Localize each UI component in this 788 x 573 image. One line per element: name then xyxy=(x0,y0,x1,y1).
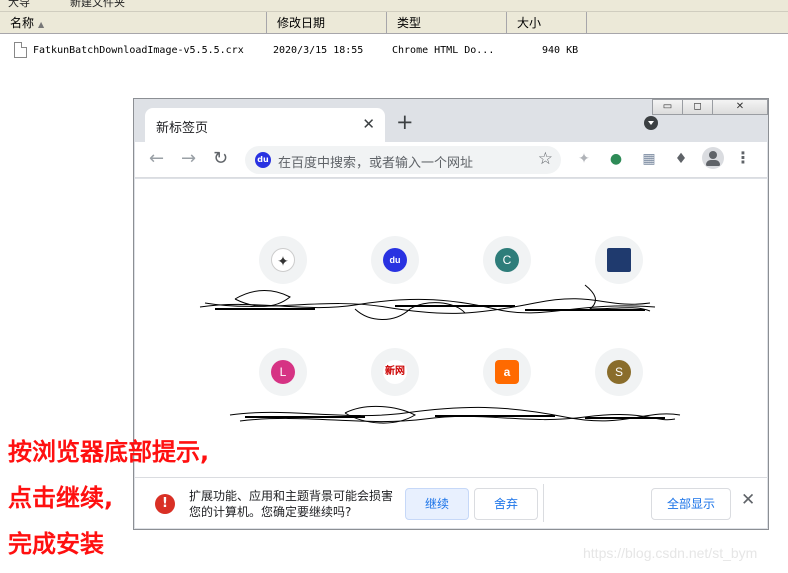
annotation-line-2: 点击继续, xyxy=(8,484,114,512)
file-name: FatkunBatchDownloadImage-v5.5.5.crx xyxy=(33,45,244,56)
back-button[interactable]: ← xyxy=(149,148,164,169)
column-type[interactable]: 类型 xyxy=(387,12,507,34)
annotation-line-1: 按浏览器底部提示, xyxy=(8,438,210,466)
column-size[interactable]: 大小 xyxy=(507,12,587,34)
redaction-scribble-row-1 xyxy=(199,284,656,320)
shortcut-tile-4[interactable] xyxy=(595,236,643,284)
xinnet-logo-icon: 新网 xyxy=(383,360,407,384)
shortcut-tile-6[interactable]: 新网 xyxy=(371,348,419,396)
extension-globe-icon[interactable]: ● xyxy=(607,150,625,168)
shortcut-tile-3[interactable]: C xyxy=(483,236,531,284)
shortcut-tile-8[interactable]: S xyxy=(595,348,643,396)
minimize-button[interactable]: ▭ xyxy=(652,99,683,115)
infobar-close-icon[interactable]: ✕ xyxy=(741,490,755,510)
chrome-menu-icon[interactable]: ⋮ xyxy=(735,148,751,167)
file-size: 940 KB xyxy=(542,45,579,56)
column-name[interactable]: 名称 ▲ xyxy=(0,12,267,34)
browser-toolbar: ← → ↻ du 在百度中搜索，或者输入一个网址 ☆ ✦ ● ▦ ♦ ⋮ xyxy=(135,142,767,178)
file-type: Chrome HTML Do... xyxy=(392,45,495,56)
new-tab-button[interactable]: + xyxy=(396,111,414,133)
show-all-button[interactable]: 全部显示 xyxy=(651,488,731,520)
extension-warning-infobar: ! 扩展功能、应用和主题背景可能会损害您的计算机。您确定要继续吗? 继续 舍弃 … xyxy=(135,477,767,528)
tab-title: 新标签页 xyxy=(156,121,209,136)
tab-close-icon[interactable]: ✕ xyxy=(362,115,375,133)
toolbar-item-new-folder[interactable]: 新建文件夹 xyxy=(70,0,125,10)
continue-button[interactable]: 继续 xyxy=(405,488,469,520)
reload-button[interactable]: ↻ xyxy=(213,148,228,169)
extension-image-icon[interactable]: ▦ xyxy=(640,150,658,168)
shortcut-tile-7[interactable]: a xyxy=(483,348,531,396)
window-controls: ▭ ◻ ✕ xyxy=(652,99,768,115)
toolbar-item-import[interactable]: 大导 xyxy=(8,0,30,10)
file-modified: 2020/3/15 18:55 xyxy=(273,45,364,56)
divider xyxy=(543,484,544,522)
letter-c-icon: C xyxy=(495,248,519,272)
shortcut-tile-2[interactable]: du xyxy=(371,236,419,284)
letter-s-icon: S xyxy=(607,360,631,384)
warning-message: 扩展功能、应用和主题背景可能会损害您的计算机。您确定要继续吗? xyxy=(189,489,394,519)
address-placeholder: 在百度中搜索，或者输入一个网址 xyxy=(278,156,474,171)
file-icon xyxy=(14,42,27,58)
tab-new-tab[interactable]: 新标签页 ✕ xyxy=(145,108,385,142)
chrome-window: ▭ ◻ ✕ 新标签页 ✕ + ← → ↻ du 在百度中搜索，或者输入一个网址 … xyxy=(133,98,769,530)
explorer-column-header: 名称 ▲ 修改日期 类型 大小 xyxy=(0,12,788,34)
annotation-line-3: 完成安装 xyxy=(8,530,104,558)
image-thumbnail-icon xyxy=(607,248,631,272)
extension-bird-icon[interactable]: ✦ xyxy=(575,150,593,168)
maximize-button[interactable]: ◻ xyxy=(682,99,713,115)
bookmark-star-icon[interactable]: ☆ xyxy=(538,149,553,169)
window-close-button[interactable]: ✕ xyxy=(712,99,768,115)
profile-avatar-icon[interactable] xyxy=(702,147,724,169)
column-modified[interactable]: 修改日期 xyxy=(267,12,387,34)
explorer-toolbar: 大导 新建文件夹 xyxy=(0,0,788,12)
aliyun-logo-icon: a xyxy=(495,360,519,384)
column-name-label: 名称 xyxy=(10,16,35,30)
redaction-scribble-row-2 xyxy=(229,405,681,424)
warning-icon: ! xyxy=(155,494,175,514)
watermark: https://blog.csdn.net/st_bym xyxy=(583,545,758,561)
shortcut-tile-1[interactable]: ✦ xyxy=(259,236,307,284)
letter-l-icon: L xyxy=(271,360,295,384)
shortcut-tile-5[interactable]: L xyxy=(259,348,307,396)
baidu-paw-icon: du xyxy=(383,248,407,272)
forward-button[interactable]: → xyxy=(181,148,196,169)
tab-search-icon[interactable] xyxy=(644,116,658,130)
file-row[interactable]: FatkunBatchDownloadImage-v5.5.5.crx 2020… xyxy=(0,40,788,62)
new-tab-page: ✦ du C L 新网 a S xyxy=(135,179,767,478)
baidu-icon: du xyxy=(255,152,271,168)
extensions-puzzle-icon[interactable]: ♦ xyxy=(672,150,690,168)
bird-logo-icon: ✦ xyxy=(271,248,295,272)
address-bar[interactable]: du 在百度中搜索，或者输入一个网址 ☆ xyxy=(245,146,561,174)
sort-up-icon: ▲ xyxy=(38,20,45,29)
discard-button[interactable]: 舍弃 xyxy=(474,488,538,520)
